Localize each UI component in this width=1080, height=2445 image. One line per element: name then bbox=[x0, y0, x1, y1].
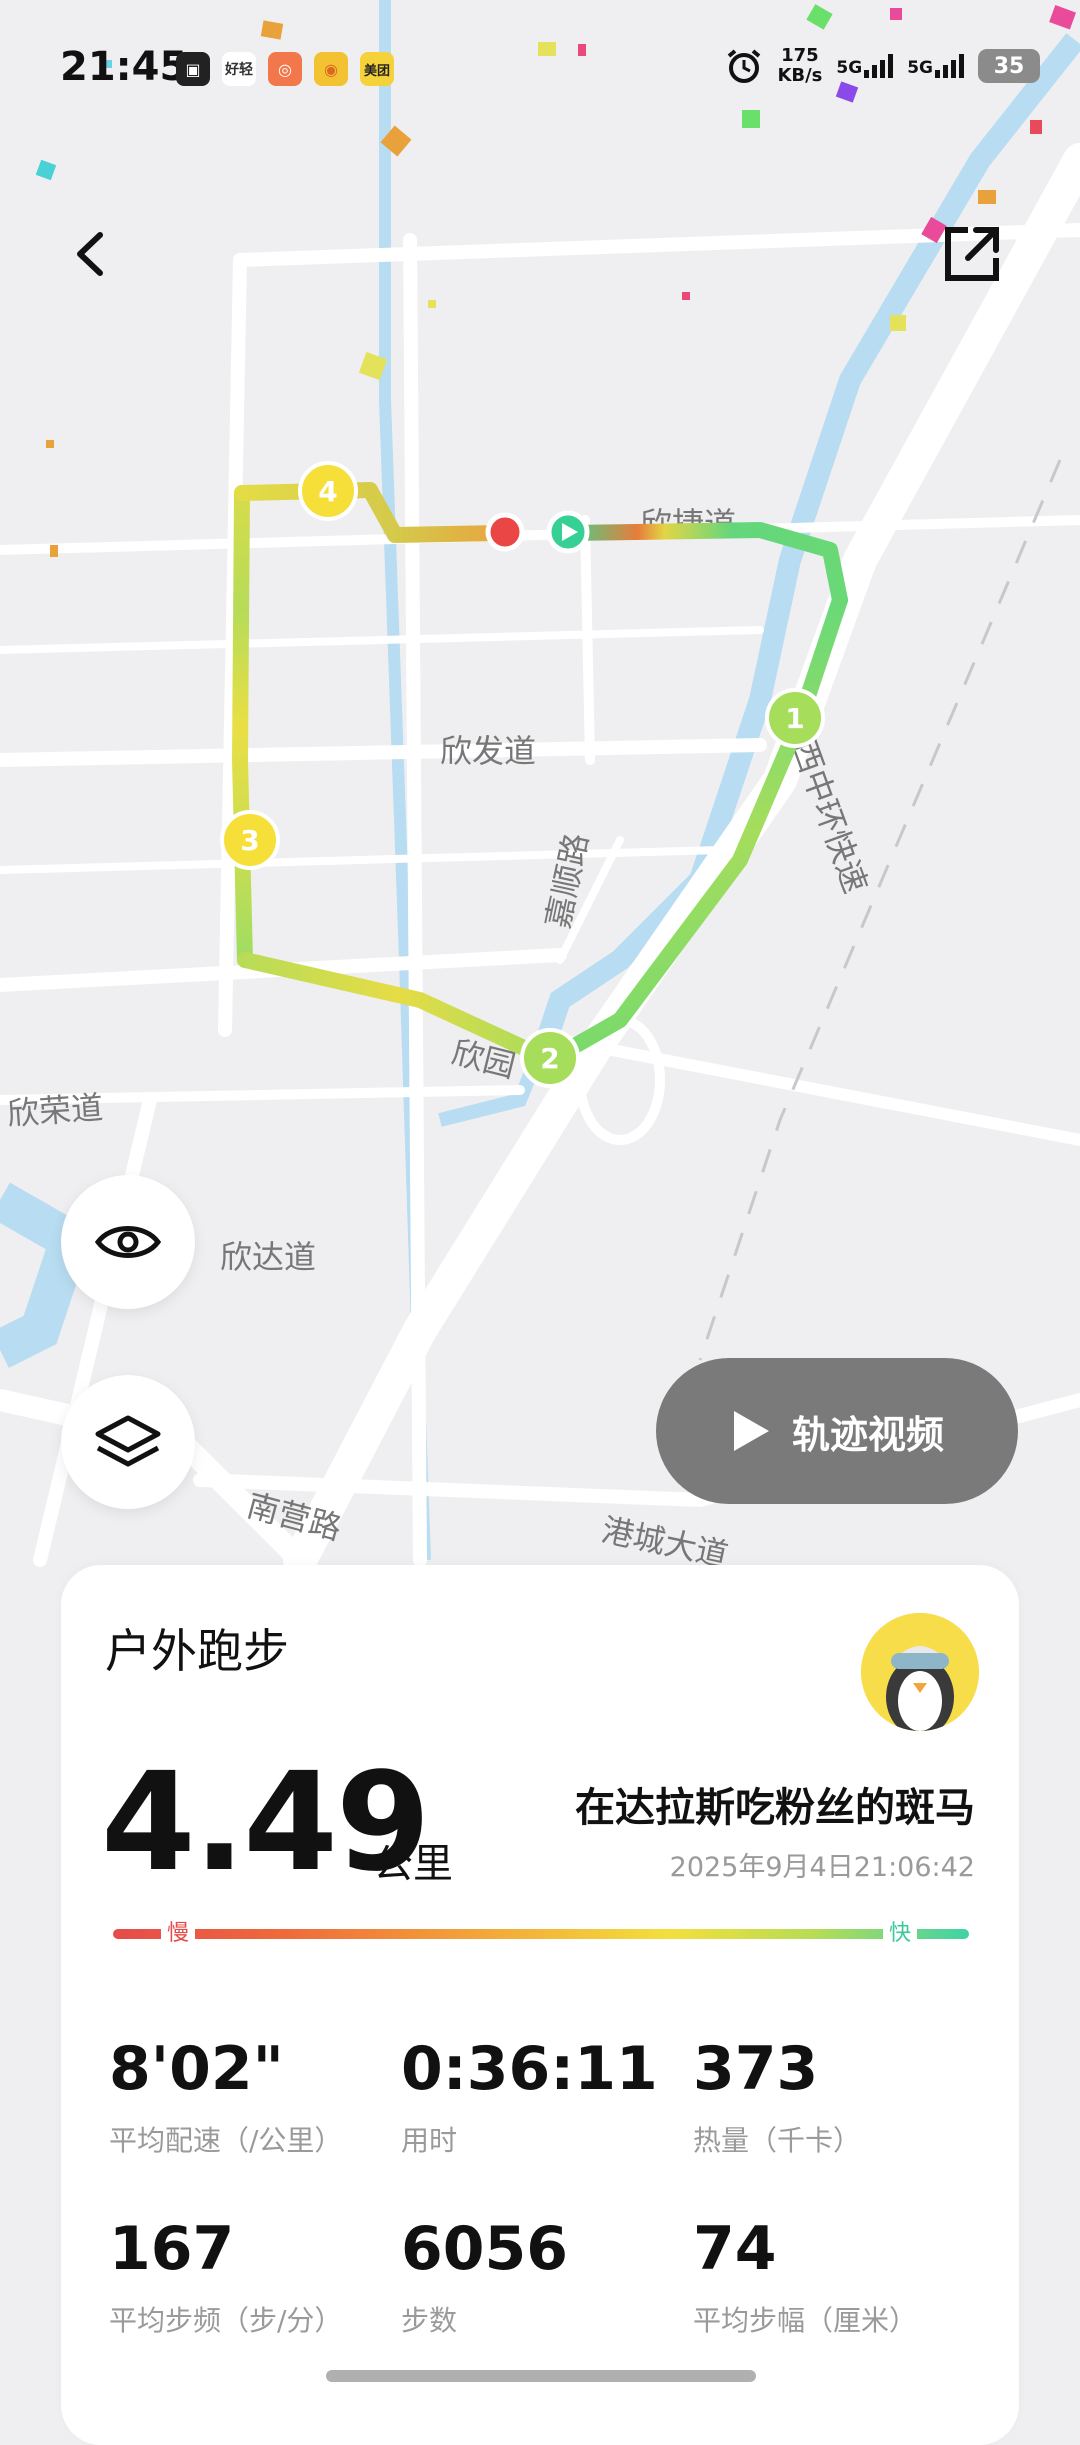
signal-sim2: 5G bbox=[907, 54, 964, 78]
back-button[interactable] bbox=[50, 214, 130, 294]
user-name[interactable]: 在达拉斯吃粉丝的斑马 bbox=[575, 1775, 975, 1833]
km-marker-label: 2 bbox=[540, 1042, 559, 1075]
road-label: 欣荣道 bbox=[6, 1088, 104, 1133]
alarm-icon bbox=[728, 49, 761, 83]
signal-bars-icon bbox=[935, 54, 964, 78]
eye-icon bbox=[95, 1226, 161, 1258]
visibility-toggle-button[interactable] bbox=[61, 1175, 195, 1309]
signal-bars-icon bbox=[864, 54, 894, 78]
avatar[interactable] bbox=[861, 1613, 979, 1731]
signal-sim1: 5G bbox=[836, 54, 894, 78]
road-label: 欣达道 bbox=[220, 1238, 316, 1276]
end-point-marker bbox=[485, 512, 525, 552]
track-video-button[interactable]: 轨迹视频 bbox=[656, 1358, 1018, 1504]
stat-duration: 0:36:11 用时 bbox=[401, 2034, 658, 2157]
target-app-icon: ◎ bbox=[268, 52, 302, 86]
sport-type: 户外跑步 bbox=[105, 1624, 289, 1678]
stat-avg-pace: 8'02" 平均配速（/公里） bbox=[109, 2034, 343, 2157]
pace-slow-label: 慢 bbox=[161, 1915, 196, 1947]
run-datetime: 2025年9月4日21:06:42 bbox=[669, 1852, 975, 1883]
share-button[interactable] bbox=[932, 214, 1012, 294]
haoqing-app-icon: 好轻 bbox=[222, 52, 256, 86]
road-label: 欣发道 bbox=[440, 732, 536, 770]
map-layers-button[interactable] bbox=[61, 1375, 195, 1509]
status-time: 21:45 bbox=[60, 44, 188, 90]
km-marker-label: 3 bbox=[240, 824, 259, 857]
chevron-left-icon bbox=[77, 232, 103, 276]
battery-indicator: 35 bbox=[978, 49, 1040, 83]
meituan-app-icon: 美团 bbox=[360, 52, 394, 86]
stat-avg-stride: 74 平均步幅（厘米） bbox=[693, 2214, 918, 2337]
pace-legend-bar bbox=[113, 1929, 969, 1939]
home-indicator[interactable] bbox=[326, 2370, 756, 2382]
track-video-label: 轨迹视频 bbox=[791, 1412, 944, 1457]
pace-fast-label: 快 bbox=[883, 1915, 918, 1947]
stat-calories: 373 热量（千卡） bbox=[693, 2034, 862, 2157]
penguin-avatar-icon bbox=[861, 1613, 979, 1731]
notes-app-icon: ▣ bbox=[176, 52, 210, 86]
weibo-app-icon: ◉ bbox=[314, 52, 348, 86]
net-speed: 175 KB/s bbox=[777, 45, 823, 86]
status-right: 175 KB/s 5G 5G 35 bbox=[725, 46, 1040, 86]
distance-unit: 公里 bbox=[373, 1841, 453, 1887]
stat-avg-cadence: 167 平均步频（步/分） bbox=[109, 2214, 343, 2337]
km-marker-label: 1 bbox=[785, 702, 804, 735]
layers-icon bbox=[95, 1415, 161, 1467]
km-marker-label: 4 bbox=[318, 475, 337, 508]
stat-steps: 6056 步数 bbox=[401, 2214, 568, 2337]
share-external-icon bbox=[945, 227, 999, 281]
play-icon bbox=[733, 1411, 769, 1451]
run-summary-card: 户外跑步 4.49 公里 在达拉斯吃粉丝的斑马 2025年9月4日21:06:4… bbox=[61, 1565, 1019, 2445]
